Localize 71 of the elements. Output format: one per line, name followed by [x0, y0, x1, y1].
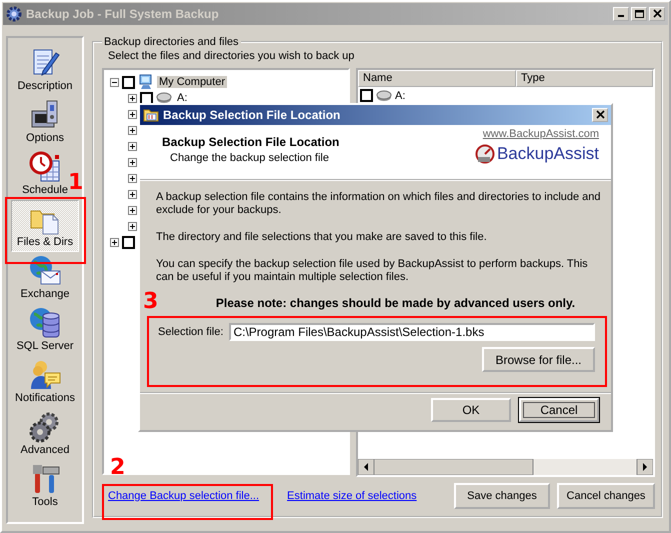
sidebar-item[interactable]: Options — [23, 96, 67, 148]
expand-icon[interactable] — [128, 158, 137, 166]
cancel-button[interactable]: Cancel — [519, 398, 599, 422]
expand-icon[interactable] — [128, 94, 137, 102]
users-chat-icon — [28, 359, 61, 391]
save-button[interactable]: Save changes — [454, 483, 550, 509]
globe-envelope-icon — [29, 255, 61, 287]
paragraph: The directory and file selections that you make are saved to this file. — [156, 231, 488, 244]
dialog-subheading: Change the backup selection file — [170, 152, 330, 164]
input-field[interactable]: C:\Program Files\BackupAssist\Selection-1.bks — [229, 323, 595, 341]
tree-item[interactable]: My Computer — [157, 76, 228, 88]
drive-icon — [376, 90, 392, 102]
column-header[interactable]: Name — [358, 70, 516, 87]
expand-icon[interactable] — [128, 174, 137, 182]
sidebar-item[interactable]: Files & Dirs — [11, 200, 79, 252]
link[interactable]: Estimate size of selections — [287, 490, 417, 502]
clock-calendar-icon — [29, 151, 61, 183]
minimize-button[interactable] — [613, 7, 629, 21]
gauge-icon — [474, 144, 495, 164]
dialog-heading: Backup Selection File Location — [162, 135, 340, 149]
sidebar-item[interactable]: Tools — [26, 460, 64, 512]
expand-icon[interactable] — [110, 238, 119, 246]
browse-button[interactable]: Browse for file... — [482, 347, 595, 372]
expand-icon[interactable] — [128, 126, 137, 134]
link[interactable]: Change Backup selection file... — [108, 490, 260, 502]
folder-icon — [143, 108, 159, 122]
maximize-button[interactable] — [631, 7, 647, 21]
sidebar-item[interactable]: Exchange — [18, 252, 72, 304]
instruction-text: Select the files and directories you wish to back up — [108, 50, 356, 62]
sidebar-item[interactable]: Advanced — [18, 408, 72, 460]
globe-database-icon — [29, 307, 61, 339]
checkbox[interactable] — [360, 89, 373, 102]
column-header[interactable]: Type — [516, 70, 653, 87]
expand-icon[interactable] — [128, 190, 137, 198]
window-title: Backup Job - Full System Backup — [26, 7, 220, 21]
tree-item[interactable]: A: — [175, 92, 190, 104]
collapse-icon[interactable] — [110, 78, 119, 86]
sidebar-item[interactable]: Description — [14, 44, 76, 96]
field-label: Selection file: — [158, 326, 224, 338]
expand-icon[interactable] — [128, 206, 137, 214]
expand-icon[interactable] — [128, 222, 137, 230]
horizontal-scrollbar[interactable] — [358, 459, 653, 475]
step-number: 3 — [143, 291, 158, 313]
step-number: 2 — [110, 457, 126, 479]
checkbox[interactable] — [122, 76, 135, 88]
close-icon — [652, 9, 662, 19]
logo-text: BackupAssist — [496, 144, 599, 164]
close-button[interactable] — [592, 108, 608, 122]
ok-button[interactable]: OK — [431, 398, 511, 422]
group-title: Backup directories and files — [103, 36, 240, 48]
close-button[interactable] — [649, 7, 665, 21]
sidebar-item[interactable]: Notifications — [12, 356, 78, 408]
paragraph: A backup selection file contains the information on which files and directories to include and exclude for your backups. — [156, 191, 602, 217]
gears-icon — [29, 411, 61, 443]
gear-icon — [6, 6, 22, 22]
checkbox[interactable] — [140, 92, 153, 104]
sidebar-item[interactable]: Schedule — [19, 148, 71, 200]
cancel-button[interactable]: Cancel changes — [557, 483, 655, 509]
checkbox[interactable] — [122, 236, 135, 248]
warning-note: Please note: changes should be made by advanced users only. — [214, 296, 576, 310]
expand-icon[interactable] — [128, 142, 137, 150]
step-number: 1 — [68, 172, 84, 194]
sidebar-item[interactable]: SQL Server — [13, 304, 77, 356]
computer-icon — [138, 74, 154, 90]
expand-icon[interactable] — [128, 110, 137, 118]
paragraph: You can specify the backup selection file used by BackupAssist to perform backups. This can be useful if you maintain multiple selection files. — [156, 258, 589, 284]
dialog-title: Backup Selection File Location — [163, 108, 342, 122]
table-cell: A: — [395, 90, 406, 102]
maximize-icon — [634, 9, 644, 19]
close-icon — [594, 110, 606, 120]
website-link[interactable]: www.BackupAssist.com — [482, 128, 599, 140]
